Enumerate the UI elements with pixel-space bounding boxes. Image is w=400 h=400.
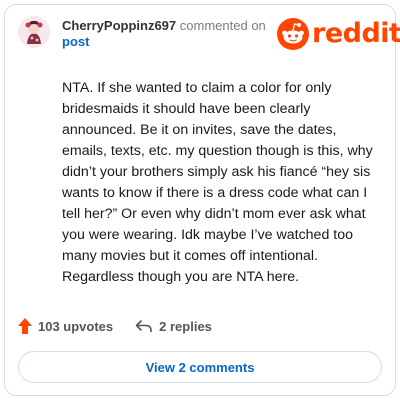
reddit-snoo-icon <box>277 18 309 50</box>
reddit-wordmark: reddit <box>312 18 400 49</box>
upvote-button[interactable]: 103 upvotes <box>18 318 113 334</box>
reddit-logo: reddit <box>277 17 400 51</box>
comment-meta: CherryPoppinz697 commented on post <box>62 18 272 50</box>
upvote-arrow-icon[interactable] <box>18 318 32 334</box>
replies-count: 2 replies <box>159 318 212 334</box>
upvote-count: 103 upvotes <box>38 318 114 334</box>
reply-arrow-icon <box>135 320 152 333</box>
commented-on-text: commented on <box>179 18 266 33</box>
view-comments-button[interactable]: View 2 comments <box>18 351 382 383</box>
replies-button[interactable]: 2 replies <box>135 319 212 334</box>
username[interactable]: CherryPoppinz697 <box>62 18 176 33</box>
comment-body: NTA. If she wanted to claim a color for … <box>62 80 373 285</box>
comment-actions: 103 upvotes 2 replies <box>18 316 234 336</box>
post-link[interactable]: post <box>62 34 89 49</box>
avatar[interactable] <box>18 16 50 48</box>
avatar-image <box>18 16 50 48</box>
